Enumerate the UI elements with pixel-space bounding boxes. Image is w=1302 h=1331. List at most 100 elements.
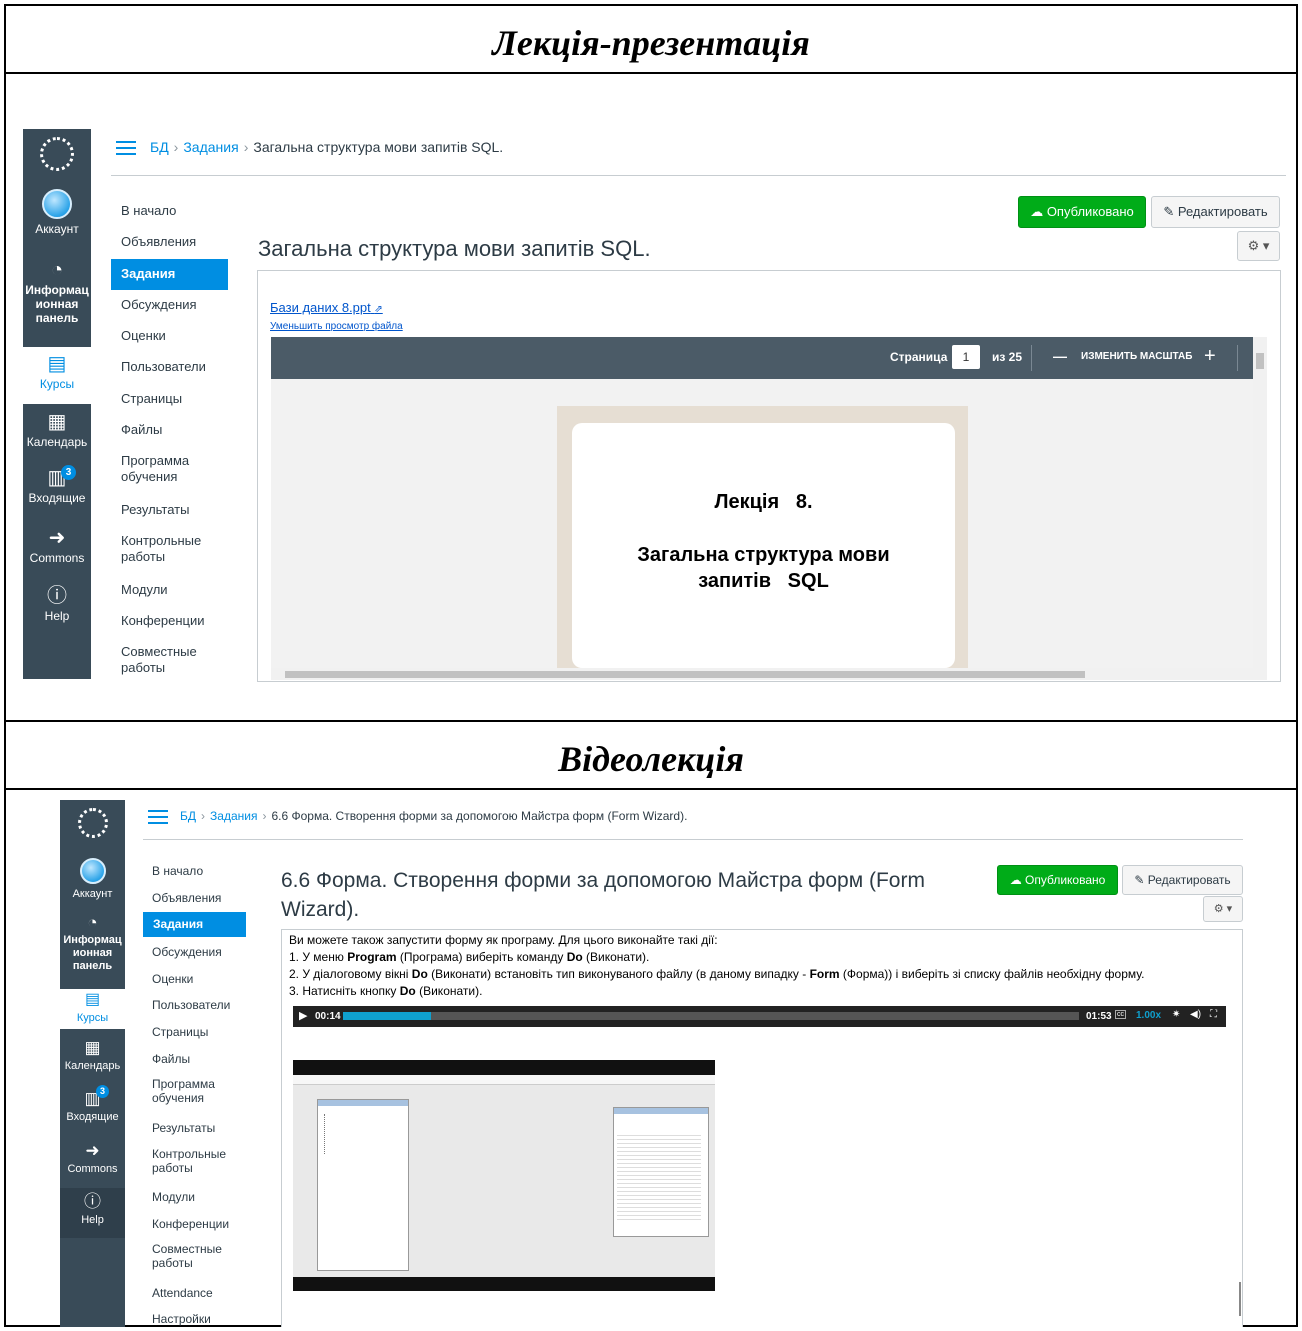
hamburger-menu-button[interactable]: [148, 810, 168, 824]
nav-help[interactable]: ⓘ Help: [23, 585, 91, 623]
nav-inbox[interactable]: ▥ Входящие 3: [23, 465, 91, 505]
video-frame[interactable]: [293, 1060, 715, 1291]
gear-menu-button[interactable]: ⚙ ▾: [1203, 896, 1243, 922]
breadcrumb-section[interactable]: Задания: [183, 139, 238, 155]
edit-button[interactable]: ✎ Редактировать: [1122, 865, 1243, 895]
nav-inbox[interactable]: ▥ Входящие 3: [60, 1085, 125, 1124]
course-nav-attendance[interactable]: Attendance: [152, 1285, 213, 1301]
edit-button[interactable]: ✎ Редактировать: [1151, 196, 1280, 228]
progress-track[interactable]: [343, 1012, 1079, 1020]
course-nav-discussions[interactable]: Обсуждения: [152, 944, 222, 960]
course-nav-syllabus[interactable]: Программа обучения: [152, 1077, 232, 1105]
course-nav-announcements[interactable]: Объявления: [152, 890, 221, 906]
zoom-out-button[interactable]: —: [1053, 348, 1067, 364]
page-label: Страница: [890, 350, 948, 364]
breadcrumb-course[interactable]: БД: [150, 139, 169, 155]
help-icon: ⓘ: [47, 585, 67, 607]
play-icon[interactable]: ▶: [299, 1009, 307, 1022]
hamburger-menu-button[interactable]: [116, 141, 136, 155]
nav-commons[interactable]: ➜ Commons: [60, 1141, 125, 1176]
course-nav-modules[interactable]: Модули: [121, 582, 168, 598]
page-number-input[interactable]: 1: [952, 345, 980, 369]
file-link[interactable]: Бази даних 8.ppt ⇗: [270, 300, 383, 315]
course-nav-collaborations[interactable]: Совместные работы: [152, 1242, 232, 1270]
pencil-icon: ✎: [1163, 204, 1175, 219]
course-nav-conferences[interactable]: Конференции: [121, 613, 205, 629]
nav-account[interactable]: Аккаунт: [23, 189, 91, 236]
course-nav-announcements[interactable]: Объявления: [121, 234, 196, 250]
text-bold: Program: [347, 950, 397, 964]
nav-label: Календарь: [26, 435, 88, 449]
nav-calendar[interactable]: ▦ Календарь: [23, 411, 91, 449]
video-player-controls: ▶ 00:14 01:53 cc 1.00x ✷ ◀) ⛶: [293, 1006, 1226, 1027]
page-count: из 25: [992, 350, 1023, 364]
nav-help[interactable]: ⓘ Help: [60, 1188, 125, 1238]
course-nav-pages[interactable]: Страницы: [121, 391, 182, 407]
scrollbar-thumb[interactable]: [1256, 353, 1264, 369]
video-tree: [324, 1114, 384, 1154]
volume-icon[interactable]: ◀): [1190, 1009, 1201, 1020]
published-button[interactable]: ☁ Опубликовано: [997, 865, 1118, 895]
captions-icon[interactable]: cc: [1115, 1010, 1126, 1019]
nav-label: Аккаунт: [35, 222, 79, 236]
course-nav-pages[interactable]: Страницы: [152, 1024, 208, 1040]
course-nav-outcomes[interactable]: Результаты: [121, 502, 189, 518]
course-nav-modules[interactable]: Модули: [152, 1189, 195, 1205]
nav-courses[interactable]: ▤ Курсы: [23, 347, 91, 404]
breadcrumb-sep: ›: [201, 809, 206, 823]
nav-dashboard[interactable]: ◔ Информац ионная панель: [60, 913, 125, 973]
course-nav-files[interactable]: Файлы: [152, 1051, 190, 1067]
fullscreen-icon[interactable]: ⛶: [1210, 1009, 1217, 1020]
text: 2. У діалоговому вікні: [289, 967, 412, 981]
instruction-step: 2. У діалоговому вікні Do (Виконати) вст…: [289, 967, 1144, 982]
course-nav-settings[interactable]: Настройки: [152, 1311, 211, 1327]
nav-label: Курсы: [39, 377, 75, 391]
course-nav-files[interactable]: Файлы: [121, 422, 162, 438]
calendar-icon: ▦: [84, 1038, 101, 1057]
section-title-presentation: Лекція-презентація: [492, 23, 810, 63]
course-nav-home[interactable]: В начало: [121, 203, 176, 219]
dashboard-icon: ◔: [50, 259, 64, 281]
header-divider: [143, 839, 1243, 840]
course-nav-grades[interactable]: Оценки: [152, 971, 193, 987]
nav-courses[interactable]: ▤ Курсы: [60, 989, 125, 1029]
canvas-logo[interactable]: [23, 137, 91, 171]
course-nav-conferences[interactable]: Конференции: [152, 1216, 229, 1232]
course-nav-quizzes[interactable]: Контрольные работы: [121, 533, 211, 565]
divider: [6, 72, 1296, 74]
course-nav-people[interactable]: Пользователи: [121, 359, 206, 375]
course-nav-assignments[interactable]: Задания: [111, 259, 228, 290]
zoom-in-button[interactable]: +: [1204, 345, 1216, 368]
course-nav-quizzes[interactable]: Контрольные работы: [152, 1147, 232, 1175]
course-nav-collaborations[interactable]: Совместные работы: [121, 644, 211, 676]
breadcrumb: БД › Задания › Загальна структура мови запит…: [150, 139, 503, 155]
settings-icon[interactable]: ✷: [1172, 1009, 1180, 1020]
gear-menu-button[interactable]: ⚙ ▾: [1237, 231, 1280, 261]
video-window-titlebar: [614, 1108, 708, 1114]
scrollbar-thumb[interactable]: [285, 671, 1085, 678]
course-nav-discussions[interactable]: Обсуждения: [121, 297, 197, 313]
cloud-icon: ☁: [1030, 204, 1044, 219]
canvas-logo[interactable]: [60, 808, 125, 838]
nav-calendar[interactable]: ▦ Календарь: [60, 1038, 125, 1073]
course-nav-assignments[interactable]: Задания: [143, 912, 246, 937]
horizontal-scrollbar[interactable]: [271, 668, 1253, 680]
course-nav-outcomes[interactable]: Результаты: [152, 1120, 215, 1136]
course-nav-syllabus[interactable]: Программа обучения: [121, 453, 211, 485]
published-button[interactable]: ☁ Опубликовано: [1018, 196, 1146, 228]
breadcrumb-sep: ›: [243, 139, 249, 155]
collapse-preview-link[interactable]: Уменьшить просмотр файла: [270, 321, 403, 332]
speed-button[interactable]: 1.00x: [1136, 1010, 1161, 1021]
breadcrumb-section[interactable]: Задания: [210, 809, 257, 823]
vertical-scrollbar[interactable]: [1253, 337, 1267, 680]
video-grid: [617, 1132, 701, 1222]
breadcrumb-course[interactable]: БД: [180, 809, 196, 823]
nav-account[interactable]: Аккаунт: [60, 858, 125, 901]
course-nav-grades[interactable]: Оценки: [121, 328, 166, 344]
nav-dashboard[interactable]: ◔ Информац ионная панель: [23, 259, 91, 325]
nav-commons[interactable]: ➜ Commons: [23, 527, 91, 565]
course-nav-home[interactable]: В начало: [152, 863, 203, 879]
course-nav-people[interactable]: Пользователи: [152, 997, 230, 1013]
text-bold: Do: [399, 984, 416, 998]
nav-label: Help: [81, 1214, 104, 1226]
